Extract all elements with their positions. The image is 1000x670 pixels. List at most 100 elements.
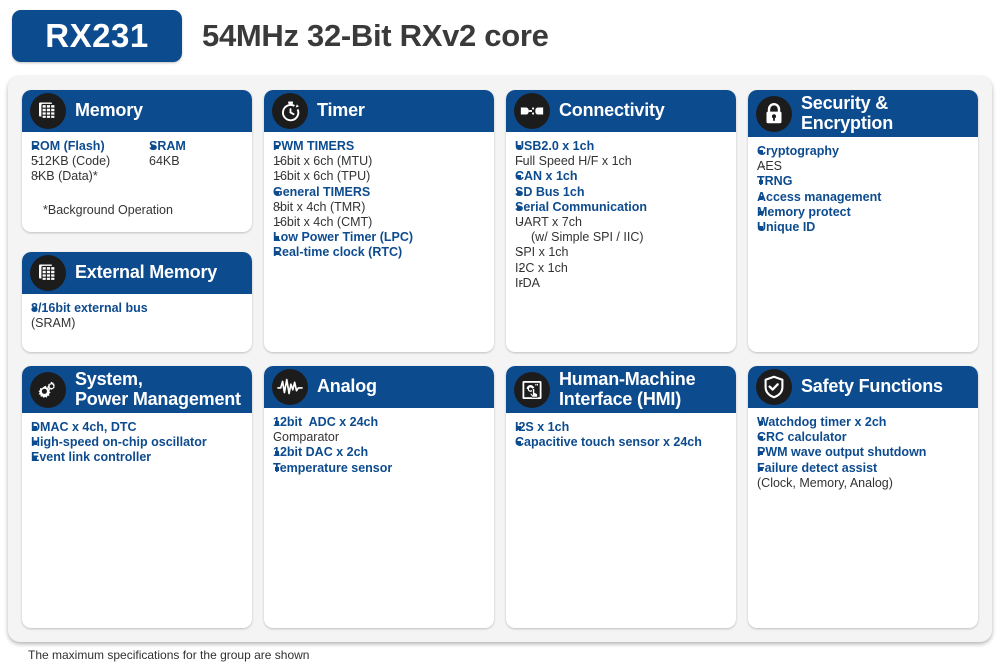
list-item: Serial Communication bbox=[515, 200, 727, 215]
shield-check-icon bbox=[756, 369, 792, 405]
panel-memory-title: Memory bbox=[75, 100, 143, 121]
list-item: Low Power Timer (LPC) bbox=[273, 230, 485, 245]
panel-timer-title: Timer bbox=[317, 100, 365, 121]
list-item: Cryptography bbox=[757, 144, 969, 159]
waveform-icon bbox=[272, 369, 308, 405]
panel-memory-header: Memory bbox=[22, 90, 252, 132]
list-item: 8KB (Data)* bbox=[31, 169, 149, 184]
analog-list: 12bit ADC x 24ch Comparator 12bit DAC x … bbox=[273, 415, 485, 476]
list-item: I2S x 1ch bbox=[515, 420, 727, 435]
panel-system-power-header: System, Power Management bbox=[22, 366, 252, 413]
timer-list: PWM TIMERS 16bit x 6ch (MTU) 16bit x 6ch… bbox=[273, 139, 485, 261]
plug-connector-icon bbox=[514, 93, 550, 129]
panel-analog: Analog 12bit ADC x 24ch Comparator 12bit… bbox=[264, 366, 494, 628]
list-item: High-speed on-chip oscillator bbox=[31, 435, 243, 450]
list-item: 16bit x 6ch (TPU) bbox=[273, 169, 485, 184]
panel-security-header: Security & Encryption bbox=[748, 90, 978, 137]
list-item: (SRAM) bbox=[31, 316, 76, 331]
list-item: Temperature sensor bbox=[273, 461, 485, 476]
memory-column-rom: ROM (Flash) 512KB (Code) 8KB (Data)* bbox=[31, 139, 149, 185]
memory-grid-icon bbox=[30, 93, 66, 129]
list-item: DMAC x 4ch, DTC bbox=[31, 420, 243, 435]
panel-system-power: System, Power Management DMAC x 4ch, DTC… bbox=[22, 366, 252, 628]
page-header: RX231 54MHz 32-Bit RXv2 core bbox=[0, 0, 1000, 72]
list-item: 8/16bit external bus bbox=[31, 301, 243, 316]
memory-grid-icon bbox=[30, 255, 66, 291]
list-item: AES bbox=[757, 159, 969, 174]
system-power-list: DMAC x 4ch, DTC High-speed on-chip oscil… bbox=[31, 420, 243, 466]
panel-connectivity-body: USB2.0 x 1ch Full Speed H/F x 1ch CAN x … bbox=[506, 132, 736, 299]
panel-timer: Timer PWM TIMERS 16bit x 6ch (MTU) 16bit… bbox=[264, 90, 494, 352]
panel-analog-body: 12bit ADC x 24ch Comparator 12bit DAC x … bbox=[264, 408, 494, 484]
list-item: Watchdog timer x 2ch bbox=[757, 415, 969, 430]
list-item: 64KB bbox=[149, 154, 180, 169]
list-item: 512KB (Code) bbox=[31, 154, 149, 169]
list-item: Failure detect assist bbox=[757, 461, 969, 476]
list-item: IrDA bbox=[515, 276, 727, 291]
list-item: (Clock, Memory, Analog) bbox=[757, 475, 893, 490]
panel-system-power-body: DMAC x 4ch, DTC High-speed on-chip oscil… bbox=[22, 413, 252, 474]
panel-hmi-title-line1: Human-Machine bbox=[559, 369, 696, 390]
chip-name-label: RX231 bbox=[45, 17, 149, 54]
panel-memory-body: ROM (Flash) 512KB (Code) 8KB (Data)* SRA… bbox=[22, 132, 252, 226]
list-item: Event link controller bbox=[31, 450, 243, 465]
list-item: CRC calculator bbox=[757, 430, 969, 445]
list-item: SPI x 1ch bbox=[515, 245, 727, 260]
panel-hmi-title-line2: Interface (HMI) bbox=[559, 388, 682, 409]
list-item: Capacitive touch sensor x 24ch bbox=[515, 435, 727, 450]
list-item: Real-time clock (RTC) bbox=[273, 245, 485, 260]
panel-safety-title: Safety Functions bbox=[801, 376, 943, 397]
stopwatch-icon bbox=[272, 93, 308, 129]
list-item: I2C x 1ch bbox=[515, 261, 727, 276]
panel-hmi-body: I2S x 1ch Capacitive touch sensor x 24ch bbox=[506, 413, 736, 458]
memory-column-sram: SRAM 64KB bbox=[149, 139, 243, 185]
panel-timer-body: PWM TIMERS 16bit x 6ch (MTU) 16bit x 6ch… bbox=[264, 132, 494, 269]
panel-security-body: Cryptography AES TRNG Access management … bbox=[748, 137, 978, 243]
panel-external-memory: External Memory 8/16bit external bus (SR… bbox=[22, 252, 252, 352]
touch-screen-icon bbox=[514, 371, 550, 408]
gears-icon bbox=[30, 371, 66, 408]
list-item: (w/ Simple SPI / IIC) bbox=[531, 230, 644, 245]
list-item: ROM (Flash) bbox=[31, 139, 149, 154]
panel-connectivity: Connectivity USB2.0 x 1ch Full Speed H/F… bbox=[506, 90, 736, 352]
panel-system-power-title-line1: System, bbox=[75, 369, 143, 390]
chip-name-badge: RX231 bbox=[12, 10, 182, 62]
list-item: 12bit ADC x 24ch bbox=[273, 415, 485, 430]
list-item: PWM wave output shutdown bbox=[757, 445, 969, 460]
panel-analog-header: Analog bbox=[264, 366, 494, 408]
panel-external-memory-header: External Memory bbox=[22, 252, 252, 294]
panel-analog-title: Analog bbox=[317, 376, 377, 397]
list-item: SD Bus 1ch bbox=[515, 185, 727, 200]
panel-hmi-title: Human-Machine Interface (HMI) bbox=[559, 369, 696, 409]
list-item: Full Speed H/F x 1ch bbox=[515, 154, 727, 169]
list-item: General TIMERS bbox=[273, 185, 485, 200]
list-item: 12bit DAC x 2ch bbox=[273, 445, 485, 460]
connectivity-list: USB2.0 x 1ch Full Speed H/F x 1ch CAN x … bbox=[515, 139, 727, 291]
list-item: USB2.0 x 1ch bbox=[515, 139, 727, 154]
lock-icon bbox=[756, 95, 792, 132]
feature-board: Memory ROM (Flash) 512KB (Code) 8KB (Dat… bbox=[8, 76, 992, 642]
list-item: Unique ID bbox=[757, 220, 969, 235]
hmi-list: I2S x 1ch Capacitive touch sensor x 24ch bbox=[515, 420, 727, 450]
list-item: 8bit x 4ch (TMR) bbox=[273, 200, 485, 215]
panel-hmi: Human-Machine Interface (HMI) I2S x 1ch … bbox=[506, 366, 736, 628]
list-item: Access management bbox=[757, 190, 969, 205]
safety-list: Watchdog timer x 2ch CRC calculator PWM … bbox=[757, 415, 969, 491]
panel-connectivity-title: Connectivity bbox=[559, 100, 665, 121]
list-item: TRNG bbox=[757, 174, 969, 189]
list-item: Memory protect bbox=[757, 205, 969, 220]
panel-timer-header: Timer bbox=[264, 90, 494, 132]
list-item: SRAM bbox=[149, 139, 243, 154]
page-title: 54MHz 32-Bit RXv2 core bbox=[202, 18, 549, 53]
panel-system-power-title: System, Power Management bbox=[75, 369, 241, 409]
footer-note: The maximum specifications for the group… bbox=[28, 648, 310, 662]
panel-safety-header: Safety Functions bbox=[748, 366, 978, 408]
panel-system-power-title-line2: Power Management bbox=[75, 388, 241, 409]
list-item: 16bit x 4ch (CMT) bbox=[273, 215, 485, 230]
panel-connectivity-header: Connectivity bbox=[506, 90, 736, 132]
list-item: Comparator bbox=[273, 430, 485, 445]
panel-safety: Safety Functions Watchdog timer x 2ch CR… bbox=[748, 366, 978, 628]
panel-hmi-header: Human-Machine Interface (HMI) bbox=[506, 366, 736, 413]
panel-security-title: Security & Encryption bbox=[801, 93, 893, 133]
panel-external-memory-title: External Memory bbox=[75, 262, 218, 283]
